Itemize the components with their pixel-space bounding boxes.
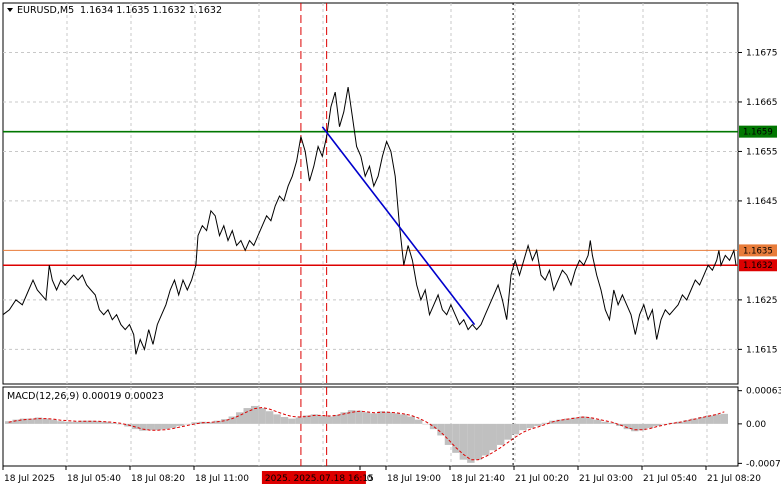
macd-bar [168,423,177,429]
time-label: 18 Jul 08:20 [131,474,185,484]
macd-bar [146,423,155,431]
macd-bar [49,419,58,424]
macd-bar [325,416,333,424]
macd-bar [705,415,714,424]
macd-bar [280,417,289,424]
time-label: 18 Jul 19:00 [387,474,441,484]
ohlc-label: 1.1634 1.1635 1.1632 1.1632 [80,5,222,16]
macd-bar [660,423,669,425]
time-highlight-label: 2025. 2025.07.18 16:15 [265,474,374,484]
macd-bar [295,417,304,424]
level-label: 1.1632 [743,261,773,271]
macd-bar [400,414,408,424]
macd-bar [578,416,587,424]
macd-bar [474,423,483,460]
macd-bar [72,421,80,424]
time-label: 21 Jul 05:40 [643,474,697,484]
macd-bar [154,423,162,431]
time-label: 18 Jul 2025 [4,474,55,484]
macd-bar [161,423,169,430]
macd-bar [332,414,341,424]
macd-bar [519,423,527,431]
macd-bar [407,416,415,424]
macd-bar [288,418,296,424]
macd-bar [414,419,423,424]
macd-bar [139,423,147,431]
time-label: 21 Jul 08:20 [707,474,761,484]
macd-bar [601,421,609,424]
price-tick-label: 1.1645 [746,197,778,207]
level-label: 1.1659 [743,128,773,138]
macd-bar [265,411,274,424]
macd-bar [511,423,520,435]
macd-bar [482,423,490,456]
macd-title: MACD(12,26,9) 0.00019 0.00023 [7,391,164,402]
macd-bar [534,423,542,426]
chart: 1.1675 1.1665 1.1655 1.1645 1.1625 1.1615 1.16… [2,2,781,484]
macd-tick-label: 0.00063 [746,387,781,397]
macd-bar [646,423,654,429]
macd-bar [593,419,602,424]
time-label: 21 Jul 03:00 [579,474,633,484]
macd-bar [422,423,430,425]
macd-bar [258,408,266,424]
macd-bar [42,418,50,424]
macd-bar [385,412,393,424]
price-tick-label: 1.1665 [746,98,778,108]
macd-bar [362,412,371,424]
macd-bar [64,421,73,424]
macd-bar [526,423,535,429]
price-tick-label: 1.1655 [746,147,778,157]
macd-bar [504,423,512,440]
price-tick-label: 1.1615 [746,345,778,355]
macd-bar [496,423,505,445]
macd-bar [713,414,721,424]
macd-bar [392,413,401,424]
macd-bar [57,421,65,424]
macd-tick-label: -0.00075 [746,459,781,469]
time-label: 18 Jul 11:00 [195,474,249,484]
time-label: 21 Jul 00:20 [515,474,569,484]
macd-bar [720,413,728,424]
macd-bar [273,414,281,424]
macd-bar [683,420,691,424]
price-tick-label: 1.1625 [746,296,778,306]
macd-bar [452,423,460,453]
macd-bar [467,423,475,463]
price-panel [2,2,739,385]
macd-bar [489,423,497,451]
macd-bar [377,411,386,424]
macd-bar [370,413,378,424]
level-label: 1.1635 [743,246,773,256]
time-label: 18 Jul 05:40 [67,474,121,484]
price-tick-label: 1.1675 [746,48,778,58]
macd-bar [176,423,184,426]
macd-bar [318,415,326,424]
time-label: 18 Jul 21:40 [451,474,505,484]
macd-bar [608,422,617,424]
macd-bar [355,410,363,424]
macd-tick-label: 0.00 [746,420,766,430]
macd-bar [183,423,192,425]
symbol-label: EURUSD,M5 [17,5,74,16]
macd-bar [228,416,237,424]
